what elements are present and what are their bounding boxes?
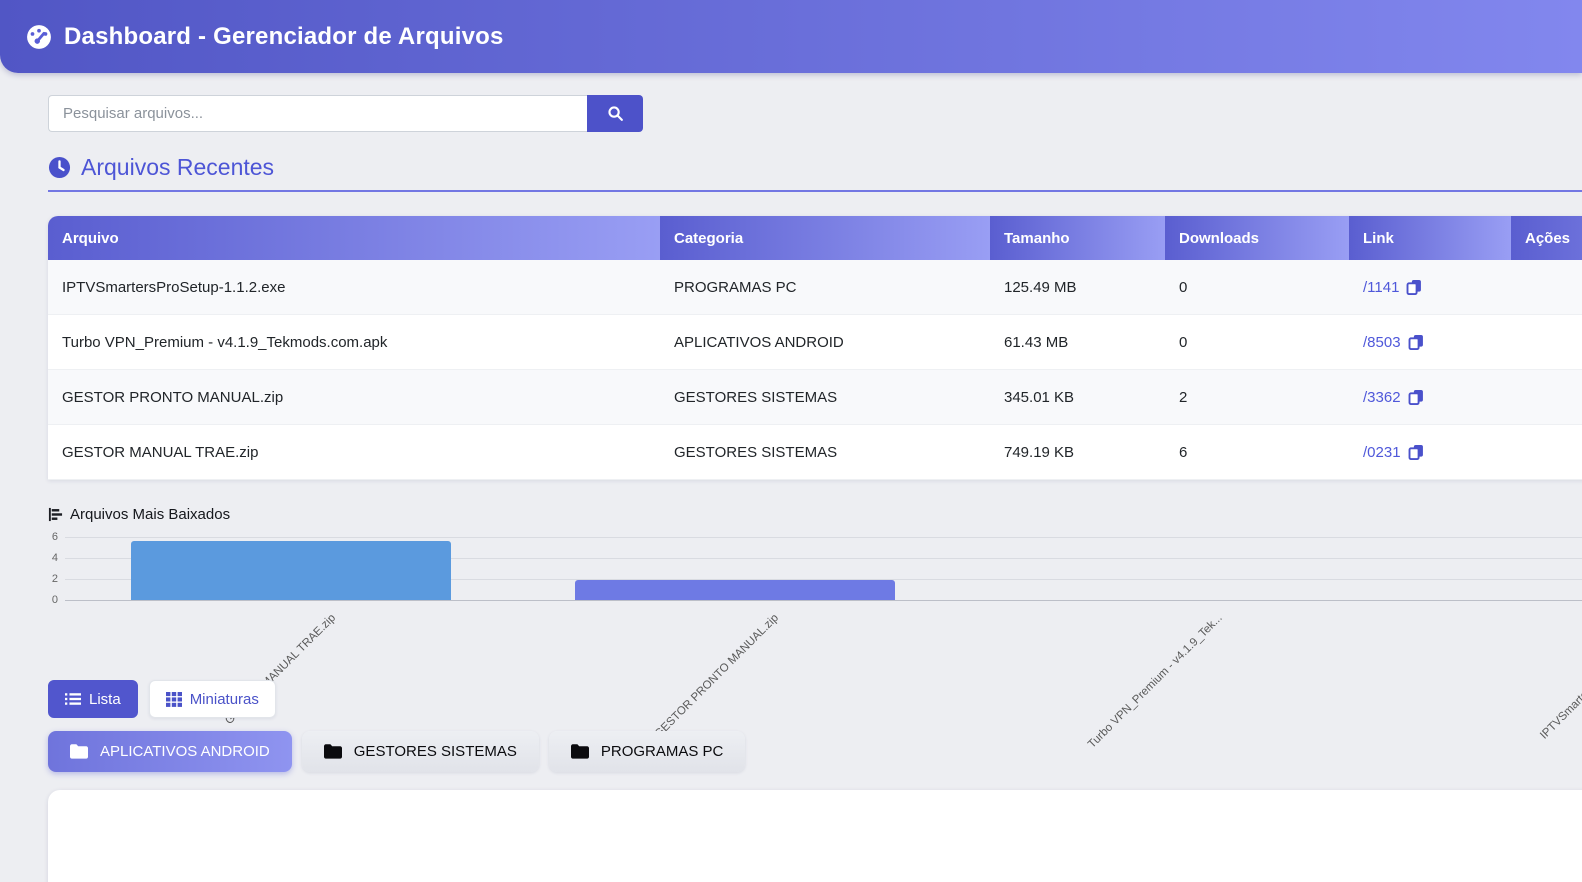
clock-icon (48, 156, 71, 179)
folder-icon (571, 744, 589, 759)
page-title: Dashboard - Gerenciador de Arquivos (64, 23, 504, 51)
link-cell: /8503 (1349, 315, 1511, 370)
category-cell: GESTORES SISTEMAS (660, 370, 990, 425)
thumbnails-view-button[interactable]: Miniaturas (149, 680, 276, 718)
table-row: GESTOR MANUAL TRAE.zipGESTORES SISTEMAS7… (48, 425, 1582, 480)
y-axis-tick-label: 2 (40, 573, 58, 585)
copy-link-button[interactable] (1408, 334, 1425, 351)
grid-icon (166, 692, 182, 707)
recent-files-title: Arquivos Recentes (81, 154, 274, 181)
table-row: Turbo VPN_Premium - v4.1.9_Tekmods.com.a… (48, 315, 1582, 370)
gridline (65, 600, 1582, 601)
recent-files-table: ArquivoCategoriaTamanhoDownloadsLinkAçõe… (48, 216, 1582, 480)
table-row: GESTOR PRONTO MANUAL.zipGESTORES SISTEMA… (48, 370, 1582, 425)
size-cell: 749.19 KB (990, 425, 1165, 480)
gridline (65, 537, 1582, 538)
file-name-cell: GESTOR MANUAL TRAE.zip (48, 425, 660, 480)
actions-cell (1511, 370, 1582, 425)
column-header-categoria: Categoria (660, 216, 990, 260)
section-divider (48, 190, 1582, 192)
thumbnails-view-label: Miniaturas (190, 691, 259, 708)
file-link[interactable]: /0231 (1363, 444, 1401, 461)
chart-bar (131, 541, 451, 600)
chart-title-text: Arquivos Mais Baixados (70, 506, 230, 523)
chart-heading: Arquivos Mais Baixados (48, 506, 230, 523)
bar-chart-icon (48, 507, 63, 522)
y-axis-tick-label: 4 (40, 552, 58, 564)
list-view-label: Lista (89, 691, 121, 708)
file-name-cell: IPTVSmartersProSetup-1.1.2.exe (48, 260, 660, 315)
size-cell: 345.01 KB (990, 370, 1165, 425)
category-filter-label: GESTORES SISTEMAS (354, 743, 517, 760)
downloads-cell: 0 (1165, 260, 1349, 315)
list-view-button[interactable]: Lista (48, 680, 138, 718)
copy-link-button[interactable] (1408, 389, 1425, 406)
search-bar (48, 95, 643, 132)
dashboard-page: Dashboard - Gerenciador de Arquivos Arqu… (0, 0, 1582, 882)
column-header-link: Link (1349, 216, 1511, 260)
view-toggle: Lista Miniaturas (48, 680, 276, 718)
size-cell: 125.49 MB (990, 260, 1165, 315)
copy-link-button[interactable] (1406, 279, 1423, 296)
table-header-row: ArquivoCategoriaTamanhoDownloadsLinkAçõe… (48, 216, 1582, 260)
category-filter-label: PROGRAMAS PC (601, 743, 724, 760)
actions-cell (1511, 425, 1582, 480)
file-name-cell: GESTOR PRONTO MANUAL.zip (48, 370, 660, 425)
top-bar: Dashboard - Gerenciador de Arquivos (0, 0, 1582, 73)
y-axis-tick-label: 0 (40, 594, 58, 606)
search-icon (607, 105, 624, 122)
gauge-icon (26, 24, 52, 50)
category-filter-label: APLICATIVOS ANDROID (100, 743, 270, 760)
category-filter-bar: APLICATIVOS ANDROID GESTORES SISTEMAS PROG… (48, 731, 745, 772)
category-cell: APLICATIVOS ANDROID (660, 315, 990, 370)
folder-icon (70, 744, 88, 759)
search-button[interactable] (587, 95, 643, 132)
y-axis-tick-label: 6 (40, 531, 58, 543)
column-header-tamanho: Tamanho (990, 216, 1165, 260)
recent-files-heading: Arquivos Recentes (48, 154, 274, 181)
category-filter-aplicativos-android[interactable]: APLICATIVOS ANDROID (48, 731, 292, 772)
folder-icon (324, 744, 342, 759)
column-header-ações: Ações (1511, 216, 1582, 260)
copy-link-button[interactable] (1408, 444, 1425, 461)
file-name-cell: Turbo VPN_Premium - v4.1.9_Tekmods.com.a… (48, 315, 660, 370)
chart-plot: 0246GESTOR MANUAL TRAE.zipGESTOR PRONTO … (0, 530, 1582, 601)
actions-cell (1511, 260, 1582, 315)
link-cell: /3362 (1349, 370, 1511, 425)
category-cell: GESTORES SISTEMAS (660, 425, 990, 480)
column-header-downloads: Downloads (1165, 216, 1349, 260)
table-row: IPTVSmartersProSetup-1.1.2.exePROGRAMAS … (48, 260, 1582, 315)
downloads-cell: 2 (1165, 370, 1349, 425)
link-cell: /0231 (1349, 425, 1511, 480)
category-filter-programas-pc[interactable]: PROGRAMAS PC (549, 731, 746, 772)
category-filter-gestores-sistemas[interactable]: GESTORES SISTEMAS (302, 731, 539, 772)
search-input[interactable] (48, 95, 587, 132)
chart-bar (575, 580, 895, 600)
recent-files-table-card: ArquivoCategoriaTamanhoDownloadsLinkAçõe… (48, 216, 1582, 480)
link-cell: /1141 (1349, 260, 1511, 315)
category-card: APLICATIVOS ANDROID (48, 790, 1582, 882)
file-link[interactable]: /3362 (1363, 389, 1401, 406)
category-cell: PROGRAMAS PC (660, 260, 990, 315)
size-cell: 61.43 MB (990, 315, 1165, 370)
actions-cell (1511, 315, 1582, 370)
downloads-cell: 6 (1165, 425, 1349, 480)
list-icon (65, 692, 81, 706)
downloads-cell: 0 (1165, 315, 1349, 370)
file-link[interactable]: /1141 (1363, 279, 1399, 296)
column-header-arquivo: Arquivo (48, 216, 660, 260)
file-link[interactable]: /8503 (1363, 334, 1401, 351)
